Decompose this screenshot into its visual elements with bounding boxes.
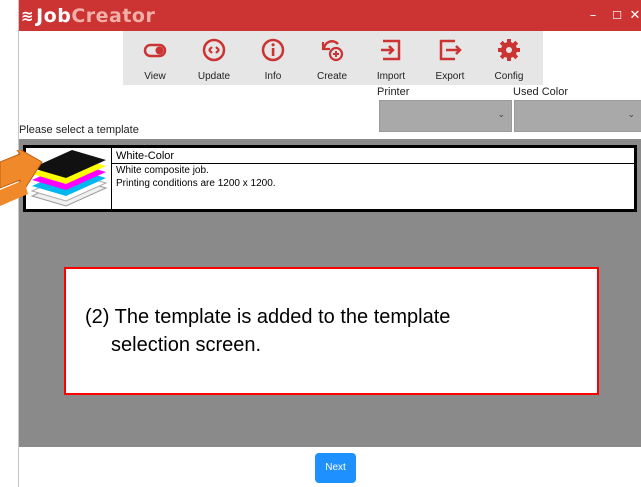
annotation-callout: (2) The template is added to the templat… bbox=[64, 267, 599, 395]
next-button[interactable]: Next bbox=[315, 453, 356, 483]
close-button[interactable]: ✕ bbox=[615, 0, 641, 31]
template-description-line-2: Printing conditions are 1200 x 1200. bbox=[116, 178, 276, 189]
app-logo: ≋ JobCreator bbox=[21, 5, 155, 28]
create-button[interactable]: Create bbox=[304, 31, 360, 85]
info-button[interactable]: Info bbox=[245, 31, 301, 85]
used-color-select[interactable]: ⌄ bbox=[514, 100, 641, 132]
template-description-line-1: White composite job. bbox=[116, 165, 209, 176]
update-label: Update bbox=[197, 71, 231, 82]
printer-label: Printer bbox=[377, 86, 410, 98]
gear-icon bbox=[498, 39, 520, 61]
view-label: View bbox=[144, 71, 166, 82]
update-button[interactable]: Update bbox=[186, 31, 242, 85]
config-label: Config bbox=[494, 71, 524, 82]
update-icon bbox=[202, 38, 226, 62]
template-card[interactable]: White-Color White composite job. Printin… bbox=[23, 145, 637, 212]
pointer-arrow-icon bbox=[0, 150, 43, 206]
used-color-label: Used Color bbox=[513, 86, 569, 98]
template-divider bbox=[111, 163, 634, 164]
template-list: White-Color White composite job. Printin… bbox=[19, 139, 641, 447]
printer-select[interactable]: ⌄ bbox=[379, 100, 512, 132]
create-label: Create bbox=[316, 71, 347, 82]
logo-text-creator: Creator bbox=[71, 5, 156, 27]
import-button[interactable]: Import bbox=[363, 31, 419, 85]
select-template-prompt: Please select a template bbox=[19, 124, 139, 136]
export-label: Export bbox=[435, 71, 465, 82]
view-button[interactable]: View bbox=[127, 31, 183, 85]
title-bar: ≋ JobCreator – ☐ ✕ bbox=[19, 0, 641, 31]
import-icon bbox=[381, 39, 401, 61]
config-button[interactable]: Config bbox=[481, 31, 537, 85]
toolbar: View Update Info Create Import Export Co… bbox=[123, 31, 543, 85]
template-name: White-Color bbox=[116, 150, 175, 162]
export-button[interactable]: Export bbox=[422, 31, 478, 85]
logo-text-job: Job bbox=[36, 5, 72, 27]
info-icon bbox=[261, 38, 285, 62]
chevron-down-icon: ⌄ bbox=[497, 110, 505, 120]
import-label: Import bbox=[376, 71, 406, 82]
info-label: Info bbox=[264, 71, 282, 82]
app-window: ≋ JobCreator – ☐ ✕ View Update Info Crea… bbox=[18, 0, 641, 487]
toggle-icon bbox=[143, 43, 167, 58]
create-icon bbox=[321, 40, 344, 62]
logo-mark-icon: ≋ bbox=[21, 7, 35, 25]
callout-line-2: selection screen. bbox=[111, 334, 262, 356]
callout-text: (2) The template is added to the templat… bbox=[85, 303, 585, 359]
callout-line-1: (2) The template is added to the templat… bbox=[85, 306, 451, 328]
export-icon bbox=[439, 39, 462, 61]
chevron-down-icon: ⌄ bbox=[627, 110, 635, 120]
